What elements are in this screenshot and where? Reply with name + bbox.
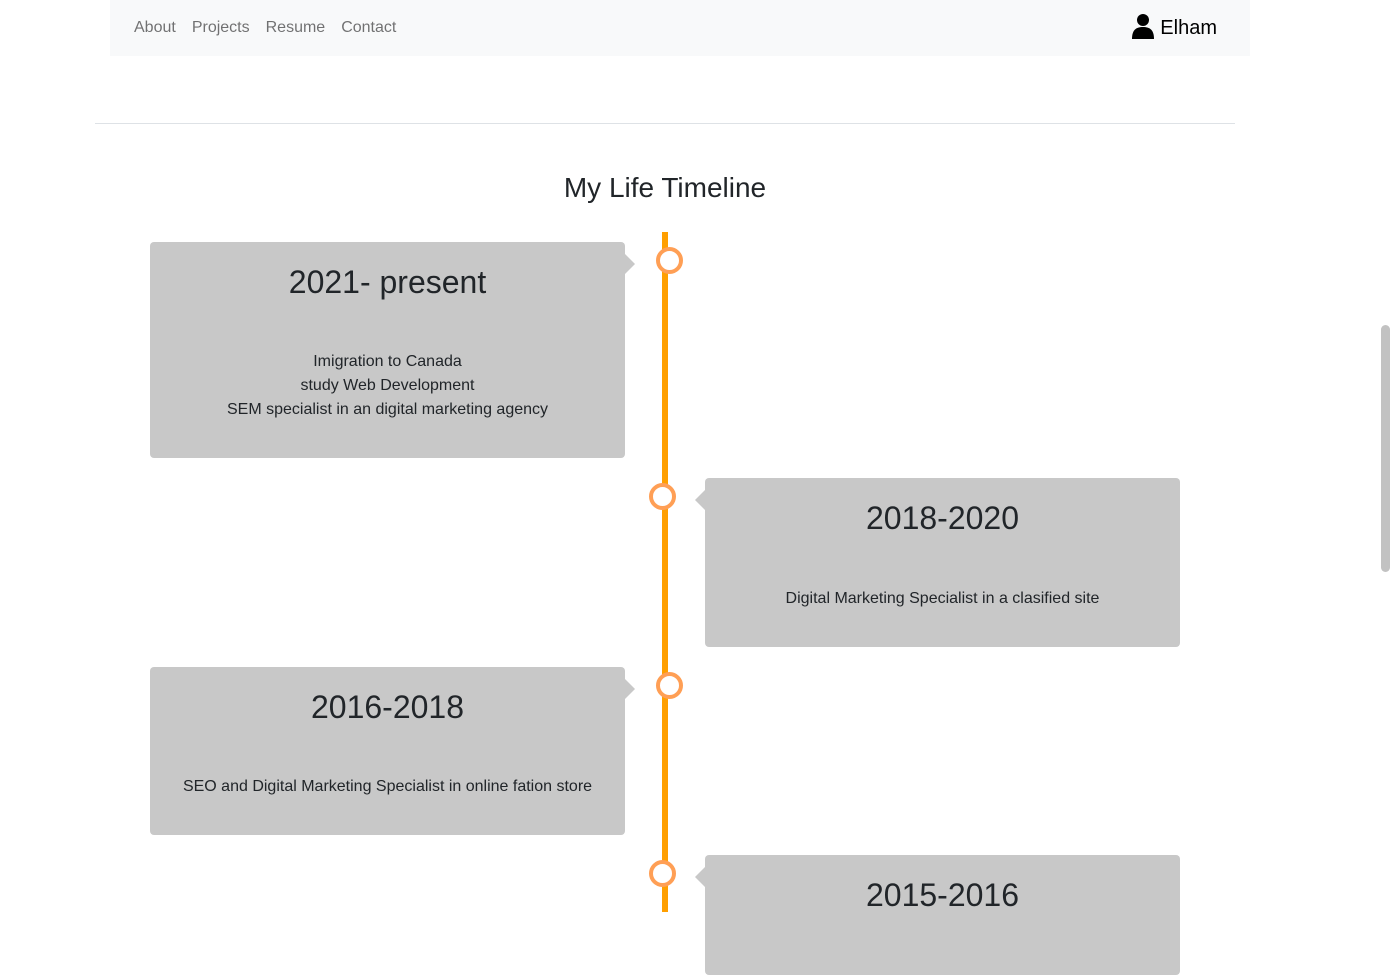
- timeline-dot: [649, 860, 676, 887]
- timeline-period: 2018-2020: [865, 500, 1020, 536]
- timeline-card: 2018-2020 Digital Marketing Specialist i…: [695, 478, 1180, 647]
- navbar-brand[interactable]: Elham: [1132, 0, 1217, 56]
- timeline-text: Digital Marketing Specialist in a clasif…: [785, 590, 1100, 607]
- nav-link-about[interactable]: About: [126, 19, 184, 37]
- nav-link-projects[interactable]: Projects: [184, 19, 258, 37]
- timeline-card: 2021- present Imigration to Canada study…: [150, 242, 635, 458]
- user-icon: [1132, 14, 1155, 39]
- section-divider: [95, 123, 1235, 124]
- timeline-card: 2016-2018 SEO and Digital Marketing Spec…: [150, 667, 635, 835]
- timeline-period: 2016-2018: [310, 689, 465, 725]
- timeline-period: 2015-2016: [865, 877, 1020, 913]
- timeline-text: SEM specialist in an digital marketing a…: [226, 401, 549, 418]
- timeline-text: Imigration to Canada: [313, 353, 462, 370]
- timeline-text: study Web Development: [300, 377, 475, 394]
- timeline-title: My Life Timeline: [563, 172, 767, 203]
- timeline-card: 2015-2016: [695, 855, 1180, 975]
- nav-link-resume[interactable]: Resume: [258, 19, 334, 37]
- navbar: About Projects Resume Contact Elham: [110, 0, 1250, 56]
- nav-link-contact[interactable]: Contact: [333, 19, 404, 37]
- timeline-period: 2021- present: [288, 264, 487, 300]
- brand-name: Elham: [1160, 16, 1217, 39]
- timeline-dot: [656, 672, 683, 699]
- timeline-dot: [656, 247, 683, 274]
- nav-links: About Projects Resume Contact: [126, 0, 404, 56]
- timeline-text: SEO and Digital Marketing Specialist in …: [182, 778, 593, 795]
- timeline-dot: [649, 483, 676, 510]
- timeline-line: [662, 232, 668, 912]
- scrollbar-thumb[interactable]: [1381, 325, 1390, 572]
